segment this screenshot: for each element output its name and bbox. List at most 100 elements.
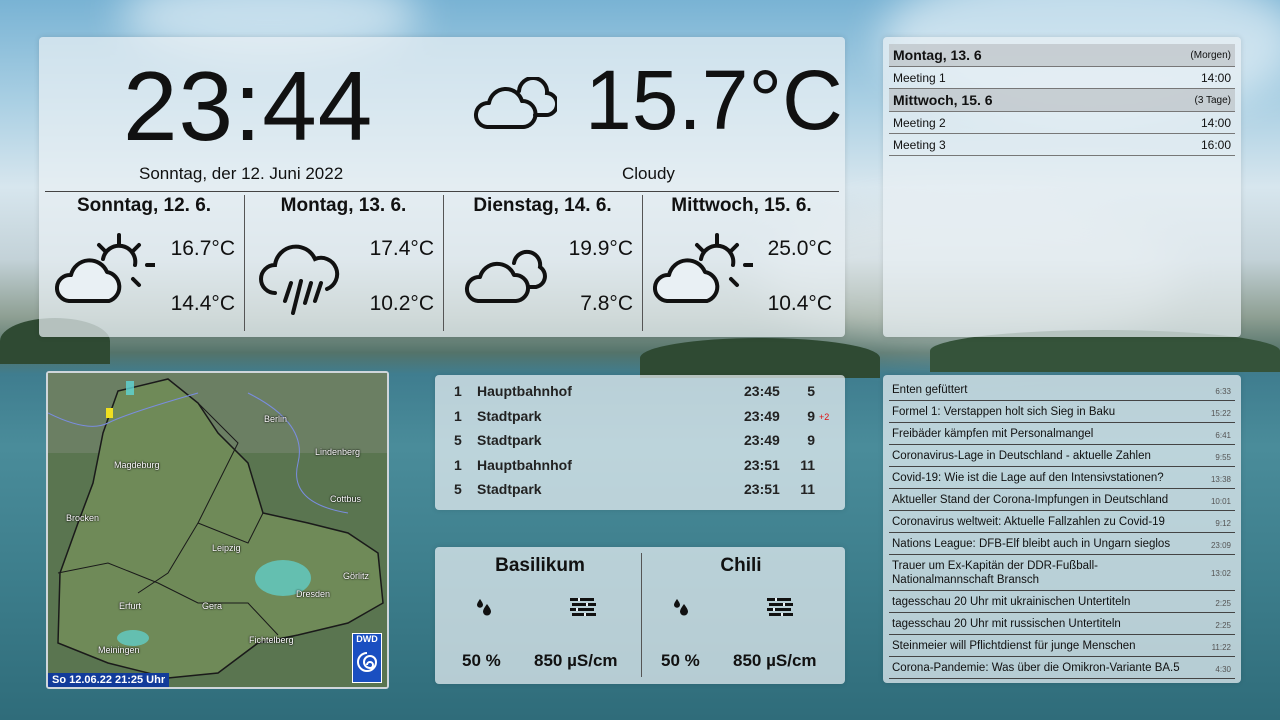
forecast-day: Mittwoch, 15. 6. 25.0°C 10.4°C: [642, 195, 840, 331]
news-time: 2:25: [1215, 599, 1231, 608]
plant-name: Basilikum: [495, 555, 585, 576]
calendar-day-note: (3 Tage): [1194, 94, 1231, 106]
departure-destination: Stadtpark: [477, 481, 542, 498]
forecast-high: 25.0°C: [767, 237, 832, 260]
forecast-day-label: Dienstag, 14. 6.: [473, 195, 612, 216]
news-time: 9:55: [1215, 453, 1231, 462]
calendar-event-time: 16:00: [1200, 137, 1231, 152]
dwd-logo: DWD: [352, 633, 382, 683]
map-city-label: Erfurt: [119, 601, 142, 611]
map-city-label: Berlin: [264, 414, 288, 424]
map-city-label: Magdeburg: [114, 460, 160, 470]
forecast-low: 10.4°C: [767, 292, 832, 315]
forecast-low: 10.2°C: [369, 292, 434, 315]
departure-minutes: 9: [807, 432, 815, 449]
background-hill: [640, 338, 880, 378]
news-item[interactable]: Coronavirus-Lage in Deutschland - aktuel…: [889, 445, 1235, 467]
calendar-event-title: Meeting 1: [893, 70, 946, 85]
plant-card: Basilikum 50 % 850 µS/cm: [440, 547, 640, 684]
news-item[interactable]: Steinmeier will Pflichtdienst für junge …: [889, 635, 1235, 657]
forecast-low: 14.4°C: [170, 292, 235, 315]
news-item[interactable]: Formel 1: Verstappen holt sich Sieg in B…: [889, 401, 1235, 423]
departure-row: 1 Hauptbahnhof 23:51 11: [435, 457, 845, 482]
news-item[interactable]: Coronavirus weltweit: Aktuelle Fallzahle…: [889, 511, 1235, 533]
news-item[interactable]: Nations League: DFB-Elf bleibt auch in U…: [889, 533, 1235, 555]
news-title: Coronavirus-Lage in Deutschland - aktuel…: [892, 450, 1151, 462]
news-title: Trauer um Ex-Kapitän der DDR-Fußball-Nat…: [892, 560, 1098, 586]
news-item[interactable]: tagesschau 20 Uhr mit ukrainischen Unter…: [889, 591, 1235, 613]
departure-destination: Stadtpark: [477, 432, 542, 449]
departure-row: 1 Stadtpark 23:49 9 +2: [435, 408, 845, 433]
news-time: 13:02: [1210, 569, 1231, 578]
departure-minutes: 11: [800, 456, 815, 473]
plant-conductivity: 850 µS/cm: [534, 651, 618, 670]
departure-line: 1: [454, 383, 462, 399]
clock-time: 23:44: [123, 51, 374, 161]
news-title: Enten gefüttert: [892, 384, 968, 396]
departure-row: 1 Hauptbahnhof 23:45 5: [435, 383, 845, 408]
calendar-event[interactable]: Meeting 2 14:00: [889, 112, 1235, 134]
departure-line: 1: [454, 456, 462, 473]
calendar-panel: Montag, 13. 6 (Morgen) Meeting 1 14:00 M…: [883, 37, 1241, 337]
calendar-day-note: (Morgen): [1190, 49, 1231, 61]
departure-destination: Stadtpark: [477, 407, 542, 424]
news-item[interactable]: Aktueller Stand der Corona-Impfungen in …: [889, 489, 1235, 511]
forecast-high: 16.7°C: [170, 237, 235, 260]
current-condition: Cloudy: [622, 164, 675, 183]
forecast-day-label: Sonntag, 12. 6.: [76, 195, 212, 216]
news-time: 11:22: [1211, 643, 1231, 652]
calendar-event[interactable]: Meeting 1 14:00: [889, 67, 1235, 89]
news-time: 13:38: [1210, 475, 1231, 484]
departure-line: 5: [454, 432, 462, 449]
calendar-event[interactable]: Meeting 3 16:00: [889, 134, 1235, 156]
departure-row: 5 Stadtpark 23:49 9: [435, 432, 845, 457]
departure-time: 23:51: [744, 481, 780, 498]
plant-moisture: 50 %: [462, 651, 501, 670]
forecast-day: Sonntag, 12. 6. 16.7°C 14.4°C: [45, 195, 243, 331]
radar-timestamp: So 12.06.22 21:25 Uhr: [48, 673, 170, 687]
forecast-high: 19.9°C: [568, 237, 633, 260]
partly-cloudy-icon: [55, 233, 155, 303]
news-item[interactable]: Trauer um Ex-Kapitän der DDR-Fußball-Nat…: [889, 555, 1235, 591]
partly-cloudy-icon: [653, 233, 753, 303]
calendar-event-time: 14:00: [1200, 115, 1231, 130]
news-title: Nations League: DFB-Elf bleibt auch in U…: [892, 538, 1171, 550]
news-item[interactable]: Corona-Pandemie: Was über die Omikron-Va…: [889, 657, 1235, 679]
conductivity-icon: [767, 598, 793, 616]
map-city-label: Görlitz: [343, 571, 370, 581]
calendar-day-header: Montag, 13. 6 (Morgen): [889, 44, 1235, 67]
plant-card: Chili 50 % 850 µS/cm: [641, 547, 841, 684]
departure-row: 5 Stadtpark 23:51 11: [435, 481, 845, 506]
news-title: tagesschau 20 Uhr mit ukrainischen Unter…: [892, 596, 1131, 608]
map-city-label: Gera: [202, 601, 223, 611]
news-item[interactable]: tagesschau 20 Uhr mit russischen Unterti…: [889, 613, 1235, 635]
departure-destination: Hauptbahnhof: [477, 456, 572, 473]
news-time: 23:09: [1210, 541, 1231, 550]
calendar-event-time: 14:00: [1200, 70, 1231, 85]
news-time: 4:30: [1215, 665, 1231, 674]
radar-map[interactable]: Berlin Magdeburg Lindenberg Cottbus Broc…: [46, 371, 389, 689]
news-time: 6:33: [1215, 387, 1231, 396]
news-item[interactable]: Covid-19: Wie ist die Lage auf den Inten…: [889, 467, 1235, 489]
current-date: Sonntag, der 12. Juni 2022: [139, 164, 344, 183]
plant-moisture: 50 %: [661, 651, 700, 670]
map-city-label: Cottbus: [330, 494, 362, 504]
forecast-day: Montag, 13. 6. 17.4°C 10.2°C: [244, 195, 442, 331]
departure-minutes: 9: [807, 407, 815, 424]
map-city-label: Fichtelberg: [249, 635, 294, 645]
plant-sensors-panel: Basilikum 50 % 850 µS/cm Chili 50 % 850 …: [435, 547, 845, 684]
departure-delay: +2: [819, 411, 830, 422]
news-item[interactable]: Enten gefüttert 6:33: [889, 379, 1235, 401]
news-title: Steinmeier will Pflichtdienst für junge …: [892, 640, 1136, 652]
forecast-high: 17.4°C: [369, 237, 434, 260]
dwd-logo-label: DWD: [356, 634, 378, 644]
cloudy-icon: [465, 249, 547, 303]
cloudy-icon: [474, 77, 557, 129]
departure-time: 23:51: [744, 456, 780, 473]
calendar-day-label: Mittwoch, 15. 6: [893, 92, 993, 108]
forecast-day-label: Montag, 13. 6.: [280, 195, 407, 216]
map-city-label: Brocken: [66, 513, 100, 523]
departure-minutes: 11: [800, 481, 815, 498]
forecast-day: Dienstag, 14. 6. 19.9°C 7.8°C: [443, 195, 641, 331]
news-item[interactable]: Freibäder kämpfen mit Personalmangel 6:41: [889, 423, 1235, 445]
